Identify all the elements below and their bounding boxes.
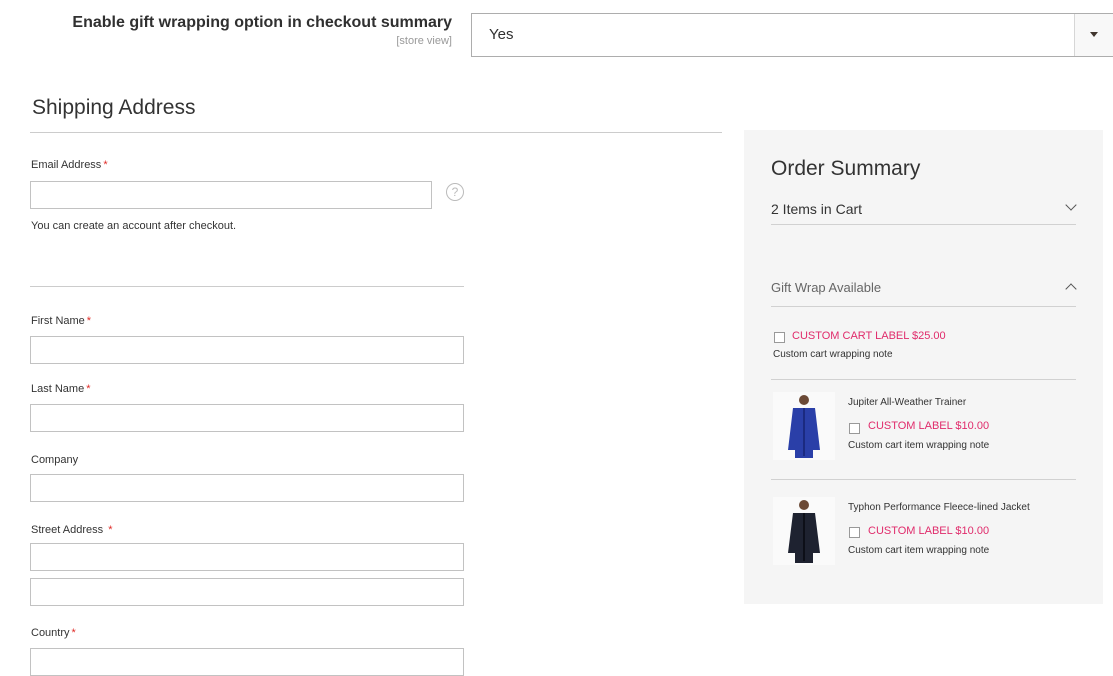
required-mark: *: [86, 315, 92, 327]
product-image: [773, 497, 835, 565]
item-wrap-label: CUSTOM LABEL $10.00: [868, 525, 990, 537]
gift-wrap-section-toggle[interactable]: Gift Wrap Available: [771, 280, 881, 295]
last-name-label-text: Last Name: [31, 383, 85, 395]
email-label: Email Address *: [31, 159, 108, 171]
street-address-label: Street Address *: [31, 524, 113, 536]
shipping-address-title: Shipping Address: [32, 96, 196, 119]
country-label: Country *: [31, 627, 76, 639]
item-wrap-note: Custom cart item wrapping note: [848, 545, 990, 556]
item-wrap-note: Custom cart item wrapping note: [848, 440, 990, 451]
street-address-line1[interactable]: [30, 543, 464, 571]
street-address-line2[interactable]: [30, 578, 464, 606]
gift-wrapping-select[interactable]: Yes: [471, 13, 1113, 57]
gift-wrapping-select-value: Yes: [489, 26, 514, 43]
order-summary-title: Order Summary: [771, 157, 921, 180]
jacket-icon: [788, 500, 820, 563]
shipping-title-divider: [30, 132, 722, 133]
select-toggle[interactable]: [1074, 14, 1113, 56]
company-field[interactable]: [30, 474, 464, 502]
item-wrap-label: CUSTOM LABEL $10.00: [868, 420, 990, 432]
email-field[interactable]: [30, 181, 432, 209]
first-name-field[interactable]: [30, 336, 464, 364]
product-name: Typhon Performance Fleece-lined Jacket: [848, 502, 1030, 513]
cart-wrap-divider: [771, 379, 1076, 380]
cart-wrap-note: Custom cart wrapping note: [773, 349, 893, 360]
country-select[interactable]: [30, 648, 464, 676]
email-label-text: Email Address: [31, 159, 102, 171]
product-divider: [771, 479, 1076, 480]
email-divider: [30, 286, 464, 287]
email-note: You can create an account after checkout…: [31, 220, 237, 232]
product-image: [773, 392, 835, 460]
cart-wrap-checkbox[interactable]: [774, 332, 785, 343]
item-wrap-checkbox[interactable]: [849, 423, 860, 434]
company-label: Company: [31, 454, 79, 466]
jacket-icon: [788, 395, 820, 458]
item-wrap-checkbox[interactable]: [849, 527, 860, 538]
items-divider: [771, 224, 1076, 225]
last-name-label: Last Name *: [31, 383, 90, 395]
chevron-down-icon: [1090, 32, 1098, 37]
first-name-label: First Name *: [31, 315, 91, 327]
gift-section-divider: [771, 306, 1076, 307]
street-address-label-text: Street Address: [31, 524, 104, 536]
config-scope: [store view]: [396, 35, 452, 47]
required-mark: *: [71, 627, 76, 639]
last-name-field[interactable]: [30, 404, 464, 432]
required-mark: *: [86, 383, 91, 395]
config-label-block: Enable gift wrapping option in checkout …: [0, 14, 452, 47]
items-in-cart-toggle[interactable]: 2 Items in Cart: [771, 201, 862, 217]
cart-wrap-label: CUSTOM CART LABEL $25.00: [792, 330, 946, 342]
country-label-text: Country: [31, 627, 70, 639]
required-mark: *: [103, 159, 108, 171]
help-icon[interactable]: ?: [446, 183, 464, 201]
product-name: Jupiter All-Weather Trainer: [848, 397, 967, 408]
config-label: Enable gift wrapping option in checkout …: [72, 14, 452, 31]
first-name-label-text: First Name: [31, 315, 85, 327]
required-mark: *: [108, 524, 113, 536]
